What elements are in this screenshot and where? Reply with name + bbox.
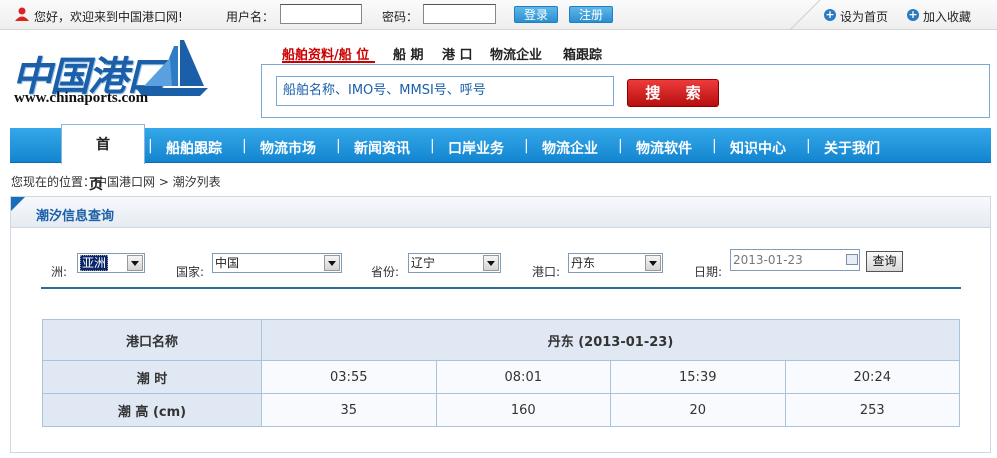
- plus-icon: +: [907, 8, 919, 21]
- nav-about[interactable]: 关于我们: [824, 138, 880, 158]
- set-home-link[interactable]: 设为首页: [840, 8, 888, 25]
- nav-separator: |: [242, 138, 247, 154]
- calendar-icon[interactable]: [846, 254, 858, 265]
- port-select[interactable]: 丹东: [568, 253, 663, 273]
- tab-logistics[interactable]: 物流企业: [490, 44, 542, 63]
- top-bar: 您好，欢迎来到中国港口网! 用户名： 密码： 登录 注册 + 设为首页 + 加入…: [0, 0, 997, 30]
- add-favorite-link[interactable]: 加入收藏: [923, 8, 971, 25]
- tide-height-cell: 35: [261, 393, 437, 427]
- nav-home[interactable]: 首 页: [61, 124, 145, 193]
- site-logo[interactable]: 中国港口 www.chinaports.com: [12, 38, 212, 110]
- search-button[interactable]: 搜 索: [627, 79, 719, 107]
- date-input[interactable]: 2013-01-23: [730, 249, 860, 271]
- nav-separator: |: [712, 138, 717, 154]
- tide-time-label: 潮 时: [42, 360, 262, 394]
- register-button[interactable]: 注册: [569, 6, 614, 23]
- tide-height-cell: 253: [784, 393, 960, 427]
- divider-line: [41, 287, 961, 289]
- nav-port-business[interactable]: 口岸业务: [448, 138, 504, 158]
- nav-separator: |: [336, 138, 341, 154]
- breadcrumb: 您现在的位置：中国港口网 > 潮汐列表: [11, 175, 221, 189]
- tide-time-cell: 03:55: [261, 360, 437, 394]
- tab-port[interactable]: 港 口: [442, 44, 473, 63]
- tide-time-cell: 15:39: [610, 360, 786, 394]
- login-button[interactable]: 登录: [514, 6, 559, 23]
- corner-marker: [11, 197, 25, 211]
- username-label: 用户名：: [226, 10, 275, 24]
- nav-separator: |: [618, 138, 623, 154]
- search-input[interactable]: 船舶名称、IMO号、MMSI号、呼号: [276, 76, 614, 106]
- province-label: 省份:: [371, 265, 400, 279]
- tab-schedule[interactable]: 船 期: [393, 44, 424, 63]
- password-label: 密码：: [382, 10, 419, 24]
- table-row: 潮 时 03:55 08:01 15:39 20:24: [42, 360, 960, 394]
- user-icon: [15, 7, 29, 21]
- nav-logistics-software[interactable]: 物流软件: [636, 138, 692, 158]
- chevron-down-icon: [127, 255, 143, 271]
- continent-label: 洲:: [51, 265, 68, 279]
- ship-icon: [136, 40, 208, 96]
- province-select[interactable]: 辽宁: [408, 253, 501, 273]
- tide-table: 港口名称 丹东 (2013-01-23) 潮 时 03:55 08:01 15:…: [42, 319, 960, 427]
- nav-separator: |: [148, 138, 153, 154]
- nav-separator: |: [524, 138, 529, 154]
- nav-separator: |: [430, 138, 435, 154]
- username-input[interactable]: [280, 4, 362, 24]
- table-row: 潮 高 (cm) 35 160 20 253: [42, 393, 960, 427]
- password-input[interactable]: [423, 4, 496, 24]
- search-box: 船舶名称、IMO号、MMSI号、呼号 搜 索: [261, 64, 990, 118]
- chevron-down-icon: [483, 255, 499, 271]
- divider-graphic: [790, 0, 820, 30]
- tide-time-cell: 08:01: [435, 360, 611, 394]
- table-header-row: 港口名称 丹东 (2013-01-23): [42, 319, 960, 361]
- tide-panel: 潮汐信息查询 洲: 亚洲 国家: 中国 省份: 辽宁 港口: 丹东 日期: 20…: [10, 196, 991, 453]
- plus-icon: +: [824, 8, 836, 21]
- tab-underline: [282, 61, 375, 63]
- country-select[interactable]: 中国: [212, 253, 342, 273]
- nav-separator: |: [806, 138, 811, 154]
- nav-logistics-companies[interactable]: 物流企业: [542, 138, 598, 158]
- port-title: 丹东 (2013-01-23): [261, 319, 960, 361]
- query-button[interactable]: 查询: [866, 251, 903, 272]
- welcome-text: 您好，欢迎来到中国港口网!: [34, 10, 183, 24]
- tab-container[interactable]: 箱跟踪: [563, 44, 602, 63]
- nav-news[interactable]: 新闻资讯: [354, 138, 410, 158]
- nav-ship-tracking[interactable]: 船舶跟踪: [166, 138, 222, 158]
- tide-height-label: 潮 高 (cm): [42, 393, 262, 427]
- panel-header: 潮汐信息查询: [11, 197, 990, 228]
- tide-time-cell: 20:24: [784, 360, 960, 394]
- nav-logistics-market[interactable]: 物流市场: [260, 138, 316, 158]
- port-name-header: 港口名称: [42, 319, 262, 361]
- country-label: 国家:: [176, 265, 205, 279]
- nav-knowledge[interactable]: 知识中心: [730, 138, 786, 158]
- panel-title: 潮汐信息查询: [36, 209, 115, 224]
- logo-url: www.chinaports.com: [14, 90, 149, 106]
- port-label: 港口:: [532, 265, 561, 279]
- tide-height-cell: 160: [435, 393, 611, 427]
- date-label: 日期:: [694, 265, 723, 279]
- chevron-down-icon: [645, 255, 661, 271]
- main-nav: 首 页 | 船舶跟踪 | 物流市场 | 新闻资讯 | 口岸业务 | 物流企业 |…: [10, 124, 991, 193]
- continent-select[interactable]: 亚洲: [77, 253, 145, 273]
- chevron-down-icon: [324, 255, 340, 271]
- tide-height-cell: 20: [610, 393, 786, 427]
